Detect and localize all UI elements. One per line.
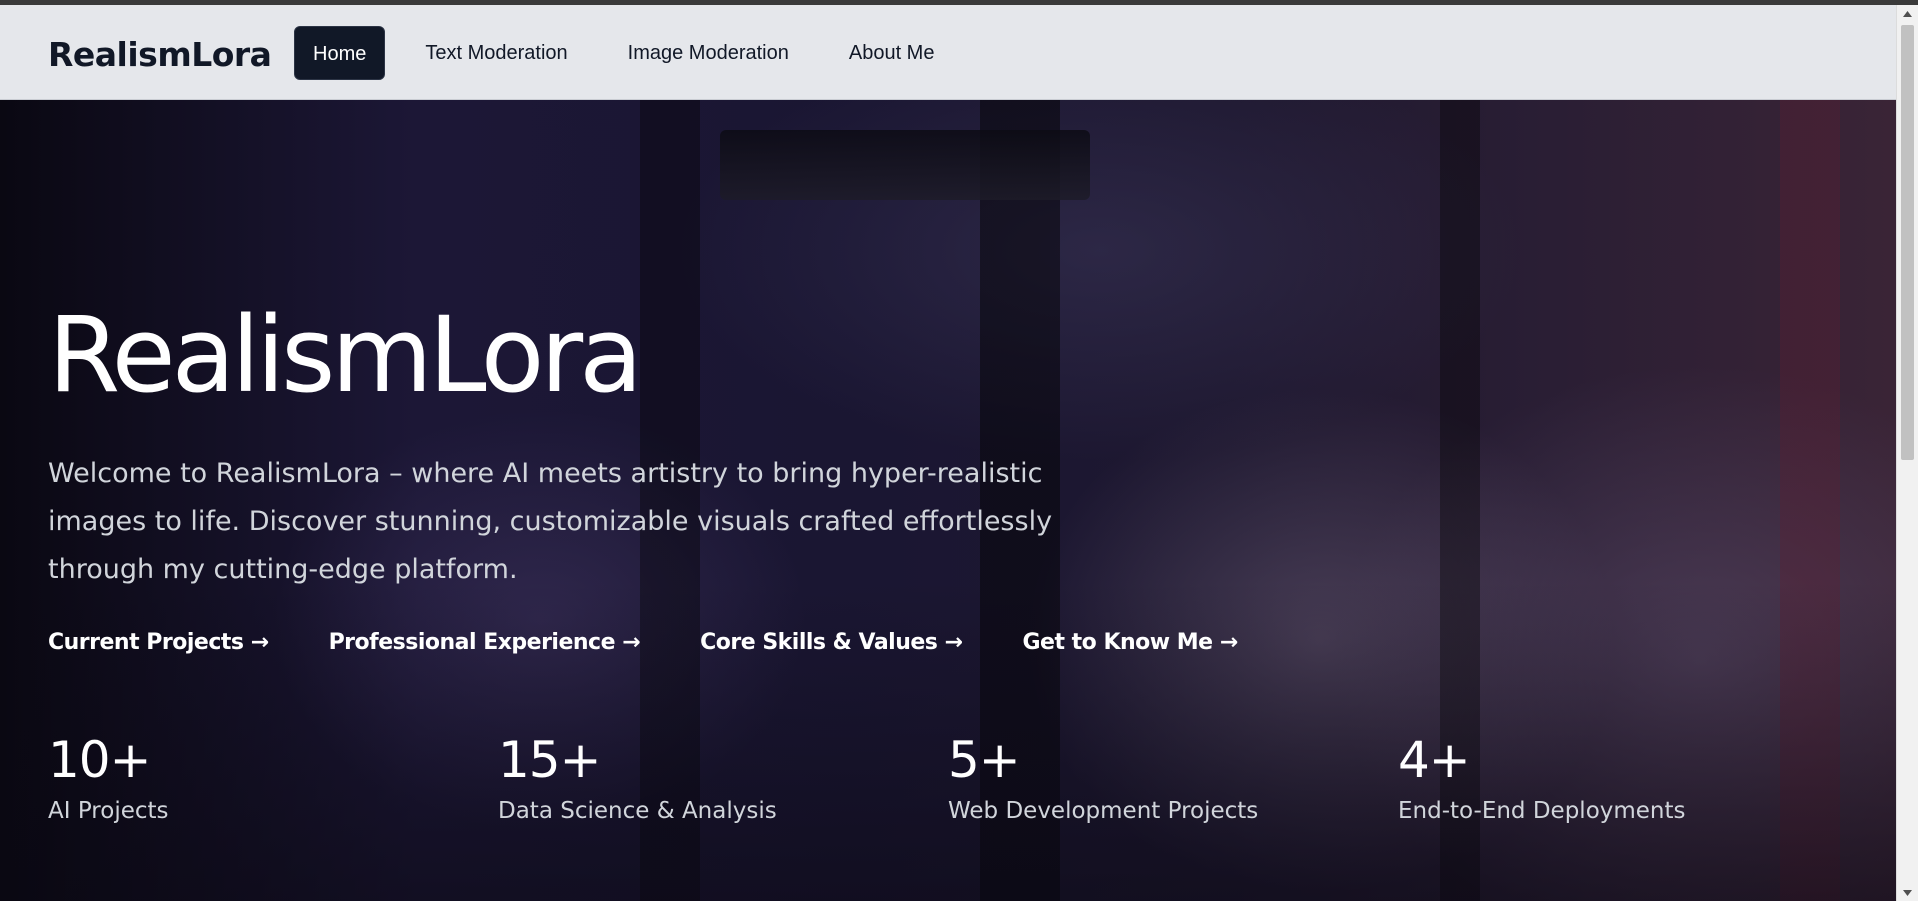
stat-value: 4+ [1398, 731, 1471, 789]
stat-value: 5+ [948, 731, 1021, 789]
link-get-to-know-me[interactable]: Get to Know Me → [1023, 630, 1239, 655]
stat-data-science: 15+ Data Science & Analysis [498, 730, 948, 826]
stats-row: 10+ AI Projects 15+ Data Science & Analy… [48, 730, 1848, 826]
brand-logo[interactable]: RealismLora [48, 35, 272, 75]
scrollbar-thumb[interactable] [1901, 25, 1914, 460]
stat-label: AI Projects [48, 798, 169, 824]
stat-label: Data Science & Analysis [498, 798, 777, 824]
triangle-up-icon[interactable] [1897, 5, 1918, 22]
nav-link-about-me[interactable]: About Me [829, 26, 955, 80]
stat-label: End-to-End Deployments [1398, 798, 1686, 824]
browser-viewport: RealismLora Home Text Moderation Image M… [0, 0, 1918, 901]
stat-value: 10+ [48, 731, 152, 789]
stat-web-development: 5+ Web Development Projects [948, 730, 1398, 826]
link-professional-experience[interactable]: Professional Experience → [329, 630, 641, 655]
hero-section: RealismLora Welcome to RealismLora – whe… [0, 100, 1896, 901]
hero-links: Current Projects → Professional Experien… [48, 630, 1238, 655]
navbar: RealismLora Home Text Moderation Image M… [0, 5, 1896, 100]
hero-description: Welcome to RealismLora – where AI meets … [48, 458, 1053, 585]
nav-link-text-moderation[interactable]: Text Moderation [405, 26, 587, 80]
link-core-skills-values[interactable]: Core Skills & Values → [700, 630, 963, 655]
hero-background-image [720, 130, 1090, 200]
hero-title: RealismLora [48, 294, 643, 416]
stat-deployments: 4+ End-to-End Deployments [1398, 730, 1848, 826]
nav-link-image-moderation[interactable]: Image Moderation [608, 26, 809, 80]
vertical-scrollbar[interactable] [1896, 5, 1918, 901]
link-current-projects[interactable]: Current Projects → [48, 630, 269, 655]
stat-ai-projects: 10+ AI Projects [48, 730, 498, 826]
stat-label: Web Development Projects [948, 798, 1259, 824]
stat-value: 15+ [498, 731, 602, 789]
triangle-down-icon[interactable] [1897, 884, 1918, 901]
nav-links: Home Text Moderation Image Moderation Ab… [294, 26, 954, 80]
nav-link-home[interactable]: Home [294, 26, 386, 80]
